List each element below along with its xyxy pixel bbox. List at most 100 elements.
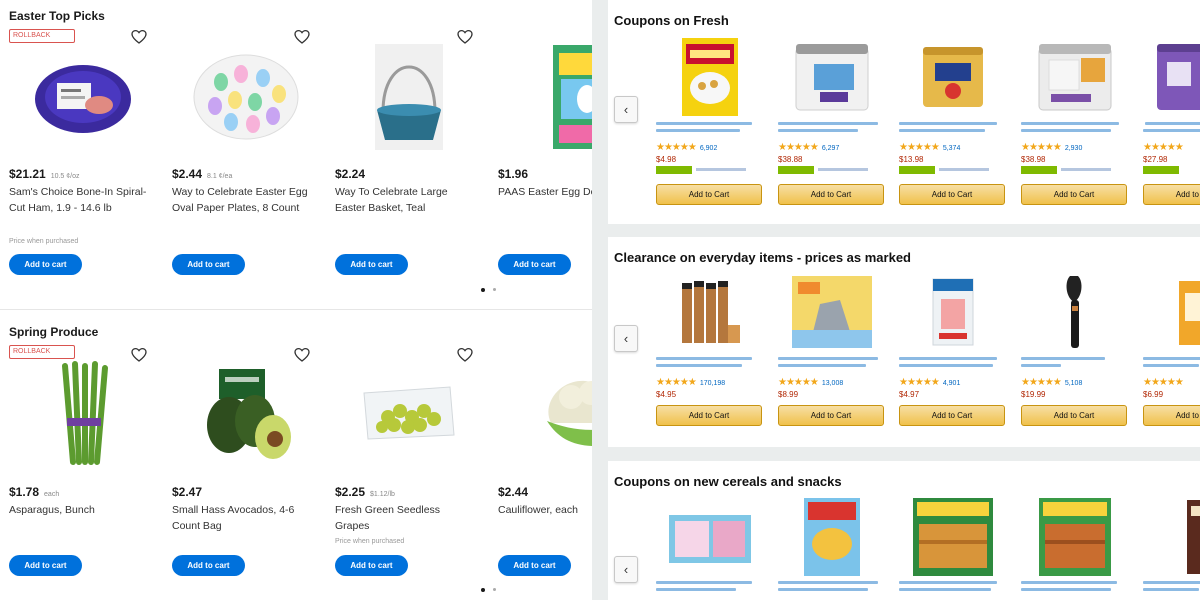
coupon-badge[interactable]	[1143, 166, 1179, 174]
curling-iron-image[interactable]	[1021, 273, 1129, 351]
rating-stars[interactable]: ★★★★★ 6,902	[656, 142, 717, 153]
product-title-link[interactable]	[656, 122, 764, 140]
carousel-dot-active[interactable]	[481, 288, 485, 292]
rating-stars[interactable]: ★★★★★	[1143, 142, 1184, 153]
product-card[interactable]: $21.21 10.5 ¢/oz Sam's Choice Bone-In Spi…	[9, 0, 159, 290]
carousel-dot[interactable]	[493, 588, 496, 591]
price-note: Price when purchased	[9, 238, 79, 245]
product-title-link[interactable]	[778, 357, 886, 375]
rating-stars[interactable]: ★★★★★	[1143, 377, 1184, 388]
formula-tub-purple-image[interactable]	[1143, 38, 1200, 116]
formula-tub-silver-image[interactable]	[1021, 38, 1129, 116]
product-title-link[interactable]	[1021, 581, 1129, 599]
coupon-badge[interactable]	[778, 166, 814, 174]
product-name[interactable]: Small Hass Avocados, 4-6 Count Bag	[172, 502, 312, 534]
add-to-cart-button[interactable]: Add to cart	[172, 254, 245, 275]
rating-stars[interactable]: ★★★★★ 5,108	[1021, 377, 1082, 388]
trash-bags-image[interactable]	[778, 273, 886, 351]
carousel-dots[interactable]	[478, 288, 500, 294]
carousel-prev-button[interactable]: ‹	[614, 556, 638, 583]
egg-kit-image[interactable]	[526, 42, 592, 152]
product-card[interactable]: $2.44 Cauliflower, each Add to cart	[498, 318, 592, 600]
grapes-image[interactable]	[349, 358, 469, 468]
product-title-link[interactable]	[656, 357, 764, 375]
add-to-cart-button[interactable]: Add to Cart	[899, 184, 1005, 205]
product-title-link[interactable]	[899, 581, 1007, 599]
easter-basket-image[interactable]	[349, 42, 469, 152]
add-to-cart-button[interactable]: Add to Cart	[1021, 405, 1127, 426]
coupons-on-fresh-section: Coupons on Fresh ‹ ★★★★★ 6,902 $4.98 Add …	[608, 0, 1200, 224]
add-to-cart-button[interactable]: Add to cart	[335, 555, 408, 576]
coupon-badge[interactable]	[899, 166, 935, 174]
carousel-dot[interactable]	[493, 288, 496, 291]
carousel-dots[interactable]	[478, 588, 500, 594]
cereal-box-red-image[interactable]	[778, 497, 886, 577]
add-to-cart-button[interactable]: Add to Cart	[778, 184, 884, 205]
add-to-cart-button[interactable]: Add to cart	[9, 254, 82, 275]
snack-pack-image[interactable]	[1143, 273, 1200, 351]
asparagus-image[interactable]	[23, 358, 143, 468]
granola-bars-2-image[interactable]	[1021, 497, 1129, 577]
water-filter-image[interactable]	[899, 273, 1007, 351]
rating-stars[interactable]: ★★★★★ 2,930	[1021, 142, 1082, 153]
egg-plate-image[interactable]	[186, 42, 306, 152]
coupon-badge[interactable]	[1021, 166, 1057, 174]
batteries-image[interactable]	[656, 273, 764, 351]
cheerios-box-image[interactable]	[656, 38, 764, 116]
product-title-link[interactable]	[1021, 357, 1129, 375]
add-to-cart-button[interactable]: Add to Cart	[899, 405, 1005, 426]
product-name[interactable]: Cauliflower, each	[498, 502, 592, 518]
formula-tub-gold-image[interactable]	[899, 38, 1007, 116]
carousel-prev-button[interactable]: ‹	[614, 96, 638, 123]
add-to-cart-button[interactable]: Add to cart	[498, 555, 571, 576]
product-title-link[interactable]	[1143, 581, 1200, 599]
price: $1.96	[498, 167, 529, 181]
snack-box-dark-image[interactable]	[1143, 497, 1200, 577]
product-name[interactable]: Fresh Green Seedless Grapes	[335, 502, 475, 534]
rating-stars[interactable]: ★★★★★ 5,374	[899, 142, 960, 153]
carousel-prev-button[interactable]: ‹	[614, 325, 638, 352]
rating-stars[interactable]: ★★★★★ 4,901	[899, 377, 960, 388]
product-title-link[interactable]	[1021, 122, 1129, 140]
cereal-box-blue-image[interactable]	[656, 497, 764, 577]
product-card[interactable]: $2.47 Small Hass Avocados, 4-6 Count Bag…	[172, 318, 322, 600]
add-to-cart-button[interactable]: Add to cart	[498, 254, 571, 275]
product-card[interactable]: $1.96 PAAS Easter Egg Decorating Kit, De…	[498, 0, 592, 290]
product-title-link[interactable]	[1143, 122, 1200, 140]
avocados-image[interactable]	[186, 358, 306, 468]
product-title-link[interactable]	[778, 581, 886, 599]
add-to-cart-button[interactable]: Add to Cart	[1021, 184, 1127, 205]
product-name[interactable]: Sam's Choice Bone-In Spiral-Cut Ham, 1.9…	[9, 184, 149, 216]
rating-stars[interactable]: ★★★★★ 6,297	[778, 142, 839, 153]
product-card[interactable]: $1.78 each Asparagus, Bunch Add to cart	[9, 318, 159, 600]
formula-tub-white-image[interactable]	[778, 38, 886, 116]
product-title-link[interactable]	[899, 122, 1007, 140]
granola-bars-1-image[interactable]	[899, 497, 1007, 577]
product-name[interactable]: Asparagus, Bunch	[9, 502, 149, 518]
ham-package-image[interactable]	[23, 42, 143, 152]
add-to-cart-button[interactable]: Add to Cart	[656, 405, 762, 426]
product-card[interactable]: $2.44 8.1 ¢/ea Way to Celebrate Easter Eg…	[172, 0, 322, 290]
product-title-link[interactable]	[656, 581, 764, 599]
product-card[interactable]: $2.25 $1.12/lb Fresh Green Seedless Grape…	[335, 318, 485, 600]
add-to-cart-button[interactable]: Add to cart	[335, 254, 408, 275]
coupon-badge[interactable]	[656, 166, 692, 174]
price: $38.98	[1021, 155, 1046, 164]
add-to-cart-button[interactable]: Add to Cart	[656, 184, 762, 205]
add-to-cart-button[interactable]: Add to Cart	[778, 405, 884, 426]
add-to-cart-button[interactable]: Add to cart	[9, 555, 82, 576]
product-title-link[interactable]	[899, 357, 1007, 375]
product-name[interactable]: Way to Celebrate Easter Egg Oval Paper P…	[172, 184, 312, 216]
cauliflower-image[interactable]	[518, 358, 592, 468]
product-name[interactable]: PAAS Easter Egg Decorating Kit, Deluxe	[498, 184, 592, 200]
rating-stars[interactable]: ★★★★★ 13,008	[778, 377, 843, 388]
add-to-cart-button[interactable]: Add to Cart	[1143, 184, 1200, 205]
product-card[interactable]: $2.24 Way To Celebrate Large Easter Bask…	[335, 0, 485, 290]
product-title-link[interactable]	[1143, 357, 1200, 375]
add-to-cart-button[interactable]: Add to Cart	[1143, 405, 1200, 426]
add-to-cart-button[interactable]: Add to cart	[172, 555, 245, 576]
carousel-dot-active[interactable]	[481, 588, 485, 592]
product-title-link[interactable]	[778, 122, 886, 140]
rating-stars[interactable]: ★★★★★ 170,198	[656, 377, 725, 388]
product-name[interactable]: Way To Celebrate Large Easter Basket, Te…	[335, 184, 475, 216]
